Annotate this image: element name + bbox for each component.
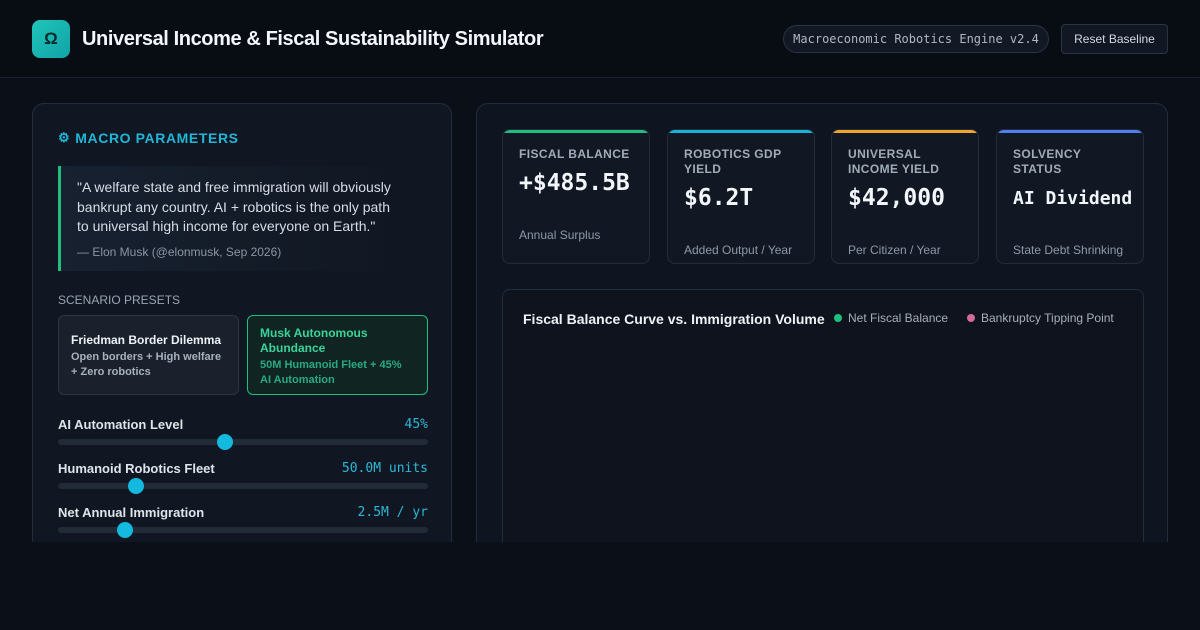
macro-parameters-panel: ⚙ MACRO PARAMETERS "A welfare state and … (32, 103, 452, 563)
slider-thumb[interactable] (127, 478, 144, 494)
results-panel: FISCAL BALANCE +$485.5B Annual Surplus R… (476, 103, 1168, 579)
top-bar: Ω Universal Income & Fiscal Sustainabili… (0, 0, 1200, 78)
slider-value: 45% (404, 417, 428, 432)
slider-thumb[interactable] (216, 434, 233, 450)
stat-label: ROBOTICS GDP YIELD (684, 147, 782, 176)
gear-icon: ⚙ (58, 130, 71, 145)
stat-card-universal-income: UNIVERSAL INCOME YIELD $42,000 Per Citiz… (831, 129, 979, 264)
stat-accent-bar (668, 130, 814, 133)
section-title-text: MACRO PARAMETERS (75, 130, 239, 146)
stat-accent-bar (997, 130, 1143, 133)
fiscal-balance-chart: Fiscal Balance Curve vs. Immigration Vol… (502, 289, 1144, 579)
slider-thumb[interactable] (116, 522, 133, 538)
legend-dot-icon (967, 314, 975, 322)
legend-net-fiscal-balance: Net Fiscal Balance (834, 311, 948, 325)
quote-text: "A welfare state and free immigration wi… (77, 179, 391, 234)
omega-logo-icon: Ω (32, 20, 70, 58)
slider-label: Humanoid Robotics Fleet (58, 461, 215, 476)
preset-friedman-border-dilemma[interactable]: Friedman Border Dilemma Open borders + H… (58, 315, 239, 395)
slider-track[interactable] (58, 527, 428, 533)
stat-card-fiscal-balance: FISCAL BALANCE +$485.5B Annual Surplus (502, 129, 650, 264)
legend-dot-icon (834, 314, 842, 322)
slider-net-immigration: Net Annual Immigration 2.5M / yr (58, 505, 428, 539)
slider-track[interactable] (58, 483, 428, 489)
preset-musk-autonomous-abundance[interactable]: Musk Autonomous Abundance 50M Humanoid F… (247, 315, 428, 395)
stat-accent-bar (832, 130, 978, 133)
legend-bankruptcy-tipping-point: Bankruptcy Tipping Point (967, 311, 1114, 325)
stat-value: +$485.5B (519, 170, 630, 196)
scenario-presets-label: SCENARIO PRESETS (58, 293, 181, 307)
slider-value: 50.0M units (341, 461, 428, 476)
slider-value: 2.5M / yr (357, 505, 428, 520)
page-bottom-background (0, 542, 1200, 630)
reset-baseline-button[interactable]: Reset Baseline (1061, 24, 1168, 54)
preset-subtitle: Open borders + High welfare + Zero robot… (71, 351, 222, 378)
preset-title: Musk Autonomous Abundance (260, 326, 368, 355)
preset-title: Friedman Border Dilemma (71, 333, 222, 347)
stat-card-robotics-gdp: ROBOTICS GDP YIELD $6.2T Added Output / … (667, 129, 815, 264)
stat-subtitle: Added Output / Year (684, 243, 793, 257)
engine-version-badge: Macroeconomic Robotics Engine v2.4 (783, 25, 1049, 53)
musk-quote: "A welfare state and free immigration wi… (58, 166, 400, 271)
preset-subtitle: 50M Humanoid Fleet + 45% AI Automation (260, 359, 402, 386)
chart-title: Fiscal Balance Curve vs. Immigration Vol… (523, 311, 825, 327)
legend-label: Bankruptcy Tipping Point (981, 311, 1114, 325)
stat-card-solvency-status: SOLVENCY STATUS AI Dividend S State Debt… (996, 129, 1144, 264)
legend-label: Net Fiscal Balance (848, 311, 949, 325)
app-title: Universal Income & Fiscal Sustainability… (82, 28, 544, 50)
slider-humanoid-fleet: Humanoid Robotics Fleet 50.0M units (58, 461, 428, 495)
macro-parameters-heading: ⚙ MACRO PARAMETERS (58, 130, 239, 146)
stat-subtitle: State Debt Shrinking (1013, 243, 1124, 257)
quote-attribution: — Elon Musk (@elonmusk, Sep 2026) (77, 244, 282, 259)
stat-label: FISCAL BALANCE (519, 147, 630, 161)
slider-ai-automation: AI Automation Level 45% (58, 417, 428, 451)
slider-label: AI Automation Level (58, 417, 184, 432)
stat-subtitle: Annual Surplus (519, 228, 601, 242)
stat-subtitle: Per Citizen / Year (848, 243, 941, 257)
stat-accent-bar (503, 130, 649, 133)
slider-label: Net Annual Immigration (58, 505, 205, 520)
stat-label: SOLVENCY STATUS (1013, 147, 1082, 176)
stat-value: AI Dividend S (1013, 188, 1144, 209)
stat-value: $42,000 (848, 185, 945, 211)
stat-label: UNIVERSAL INCOME YIELD (848, 147, 940, 176)
slider-track[interactable] (58, 439, 428, 445)
stat-value: $6.2T (684, 185, 754, 211)
